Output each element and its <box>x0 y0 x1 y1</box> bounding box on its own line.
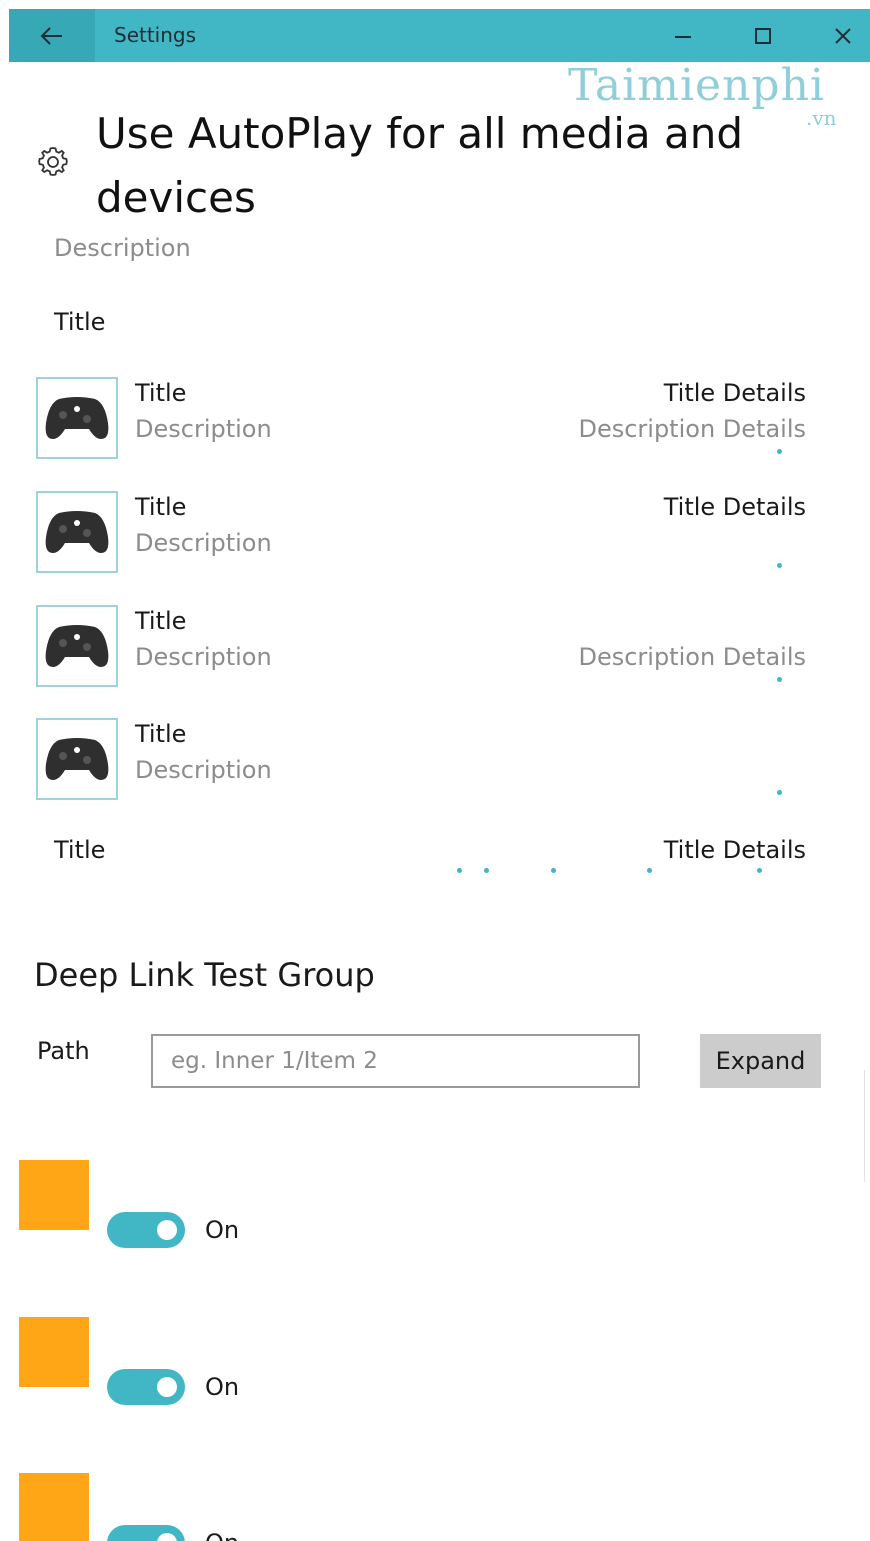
color-swatch <box>19 1473 89 1541</box>
item-description-details: Description Details <box>578 415 806 443</box>
toggle-switch[interactable] <box>107 1212 185 1248</box>
toggle-state-label: On <box>205 1373 240 1401</box>
item-description: Description <box>135 643 272 671</box>
minimize-icon <box>675 35 691 38</box>
gamepad-icon <box>45 511 109 553</box>
arrow-left-icon <box>40 26 62 45</box>
gear-icon <box>38 147 68 176</box>
progress-dot <box>777 563 782 568</box>
item-thumbnail <box>36 718 118 800</box>
item-thumbnail <box>36 377 118 459</box>
toggle-knob <box>157 1377 177 1397</box>
item-title: Title <box>135 493 187 521</box>
divider <box>864 1070 865 1182</box>
progress-dot <box>777 790 782 795</box>
gamepad-icon <box>45 625 109 667</box>
item-thumbnail <box>36 491 118 573</box>
progress-dot <box>777 677 782 682</box>
page-description: Description <box>54 234 191 262</box>
gamepad-icon <box>45 738 109 780</box>
title-bar: Settings <box>9 9 870 62</box>
section-title-details: Title Details <box>663 836 806 864</box>
close-button[interactable] <box>815 9 870 62</box>
maximize-icon <box>755 27 771 44</box>
maximize-button[interactable] <box>735 9 791 62</box>
item-thumbnail <box>36 605 118 687</box>
path-input[interactable] <box>151 1034 640 1088</box>
path-label: Path <box>37 1037 90 1065</box>
item-description: Description <box>135 415 272 443</box>
item-title: Title <box>135 720 187 748</box>
progress-dot <box>777 449 782 454</box>
list-item[interactable]: Title Description <box>36 718 806 800</box>
toggle-state-label: On <box>205 1529 239 1541</box>
section-title: Title <box>54 308 106 336</box>
list-item[interactable]: Title Description Title Details <box>36 491 806 573</box>
item-title-details: Title Details <box>663 493 806 521</box>
list-item[interactable]: Title Description Description Details <box>36 605 806 687</box>
item-title-details: Title Details <box>663 379 806 407</box>
section-title: Title <box>54 836 106 864</box>
group-title: Deep Link Test Group <box>34 956 375 994</box>
expand-button[interactable]: Expand <box>700 1034 821 1088</box>
item-title: Title <box>135 607 187 635</box>
toggle-switch[interactable] <box>107 1525 185 1541</box>
window-title: Settings <box>114 23 197 47</box>
watermark-suffix: .vn <box>806 106 837 130</box>
toggle-knob <box>157 1533 177 1541</box>
item-description-details: Description Details <box>578 643 806 671</box>
settings-window: Settings Taimienphi .vn Use AutoPlay for… <box>0 0 870 1541</box>
minimize-button[interactable] <box>655 9 711 62</box>
toggle-knob <box>157 1220 177 1240</box>
page-title: Use AutoPlay for all media and devices <box>96 109 743 222</box>
gamepad-icon <box>45 397 109 439</box>
back-button[interactable] <box>9 9 95 62</box>
item-description: Description <box>135 529 272 557</box>
item-description: Description <box>135 756 272 784</box>
list-item[interactable]: Title Description Title Details Descript… <box>36 377 806 459</box>
close-icon <box>835 27 851 44</box>
color-swatch <box>19 1317 89 1387</box>
color-swatch <box>19 1160 89 1230</box>
toggle-switch[interactable] <box>107 1369 185 1405</box>
item-title: Title <box>135 379 187 407</box>
toggle-state-label: On <box>205 1216 240 1244</box>
